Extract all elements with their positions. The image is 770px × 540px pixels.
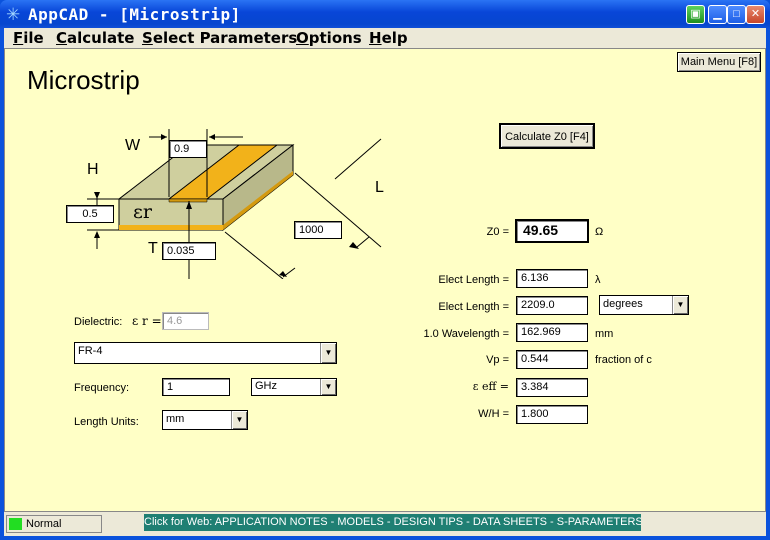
wh-label: W/H = xyxy=(478,408,509,420)
l-left-line xyxy=(224,231,284,279)
eeff-value: 3.384 xyxy=(516,378,588,397)
page-title: Microstrip xyxy=(27,65,140,95)
epsilon-r-symbol: εr xyxy=(133,201,152,223)
eeff-label: ε eff = xyxy=(472,380,509,393)
status-bar: Normal Click for Web: APPLICATION NOTES … xyxy=(4,512,766,536)
status-indicator-icon xyxy=(9,518,22,530)
chevron-down-icon[interactable]: ▼ xyxy=(231,411,247,429)
frequency-unit-value: GHz xyxy=(255,380,277,392)
l-input[interactable]: 1000 xyxy=(294,221,342,239)
calculate-z0-button[interactable]: Calculate Z0 [F4] xyxy=(499,123,595,149)
main-menu-button[interactable]: Main Menu [F8] xyxy=(677,52,761,72)
elect-length-degrees-value: 2209.0 xyxy=(516,296,588,315)
h-input[interactable]: 0.5 xyxy=(66,205,114,223)
er-label: ε r = xyxy=(132,314,162,328)
window-title: AppCAD - [Microstrip] xyxy=(28,5,241,24)
minimize-button[interactable]: ▁ xyxy=(708,5,727,24)
menu-calculate[interactable]: Calculate xyxy=(56,29,134,47)
t-label: T xyxy=(148,240,158,257)
microstrip-panel: Microstrip Main Menu [F8] Calculate Z0 [… xyxy=(4,48,766,512)
t-input[interactable]: 0.035 xyxy=(162,242,216,260)
elect-length-unit-select[interactable]: degrees ▼ xyxy=(599,295,689,315)
status-mode-panel: Normal xyxy=(6,515,102,533)
er-value: 4.6 xyxy=(162,312,209,330)
elect-length-lambda-label: Elect Length = xyxy=(438,274,509,286)
l-label: L xyxy=(375,179,384,196)
wavelength-label: 1.0 Wavelength = xyxy=(423,328,509,340)
menu-options[interactable]: Options xyxy=(296,29,362,47)
chevron-down-icon[interactable]: ▼ xyxy=(320,343,336,363)
title-bar[interactable]: ✳ AppCAD - [Microstrip] ▣ ▁ □ ✕ xyxy=(0,0,770,30)
appcad-logo-icon: ✳ xyxy=(6,5,21,24)
dielectric-material-value: FR-4 xyxy=(78,345,103,357)
chevron-down-icon[interactable]: ▼ xyxy=(672,296,688,314)
wavelength-unit: mm xyxy=(595,328,614,340)
app-window: ✳ AppCAD - [Microstrip] ▣ ▁ □ ✕ File Cal… xyxy=(0,0,770,540)
wh-value: 1.800 xyxy=(516,405,588,424)
length-units-label: Length Units: xyxy=(74,416,139,428)
wavelength-value: 162.969 xyxy=(516,323,588,342)
menu-bar: File Calculate Select Parameters Options… xyxy=(4,28,766,48)
dielectric-material-select[interactable]: FR-4 ▼ xyxy=(74,342,337,364)
elect-length-degrees-label: Elect Length = xyxy=(438,301,509,313)
vp-value: 0.544 xyxy=(516,350,588,369)
status-mode: Normal xyxy=(26,518,62,530)
menu-help[interactable]: Help xyxy=(369,29,408,47)
vp-label: Vp = xyxy=(486,354,509,366)
close-button[interactable]: ✕ xyxy=(746,5,765,24)
frequency-input[interactable]: 1 xyxy=(162,378,230,396)
elect-length-unit-value: degrees xyxy=(603,298,643,310)
restore-child-icon[interactable]: ▣ xyxy=(686,5,705,24)
menu-select-parameters[interactable]: Select Parameters xyxy=(142,29,297,47)
menu-file[interactable]: File xyxy=(13,29,44,47)
ground-plane xyxy=(119,225,223,230)
w-input[interactable]: 0.9 xyxy=(169,140,207,158)
maximize-button[interactable]: □ xyxy=(727,5,746,24)
z0-value: 49.65 xyxy=(515,219,589,243)
z0-unit: Ω xyxy=(595,226,604,238)
lambda-unit: λ xyxy=(595,274,601,286)
chevron-down-icon[interactable]: ▼ xyxy=(320,379,336,395)
trace-front xyxy=(168,198,208,203)
vp-unit: fraction of c xyxy=(595,354,652,366)
h-label: H xyxy=(87,161,99,178)
web-links-banner[interactable]: Click for Web: APPLICATION NOTES - MODEL… xyxy=(144,514,641,531)
microstrip-diagram xyxy=(87,129,382,279)
z0-label: Z0 = xyxy=(486,226,509,238)
elect-length-lambda-value: 6.136 xyxy=(516,269,588,288)
l-dim-line xyxy=(334,138,382,180)
dielectric-label: Dielectric: xyxy=(74,316,123,328)
w-label: W xyxy=(125,137,141,154)
frequency-unit-select[interactable]: GHz ▼ xyxy=(251,378,337,396)
length-units-select[interactable]: mm ▼ xyxy=(162,410,248,430)
length-units-value: mm xyxy=(166,413,185,425)
frequency-label: Frequency: xyxy=(74,382,130,394)
